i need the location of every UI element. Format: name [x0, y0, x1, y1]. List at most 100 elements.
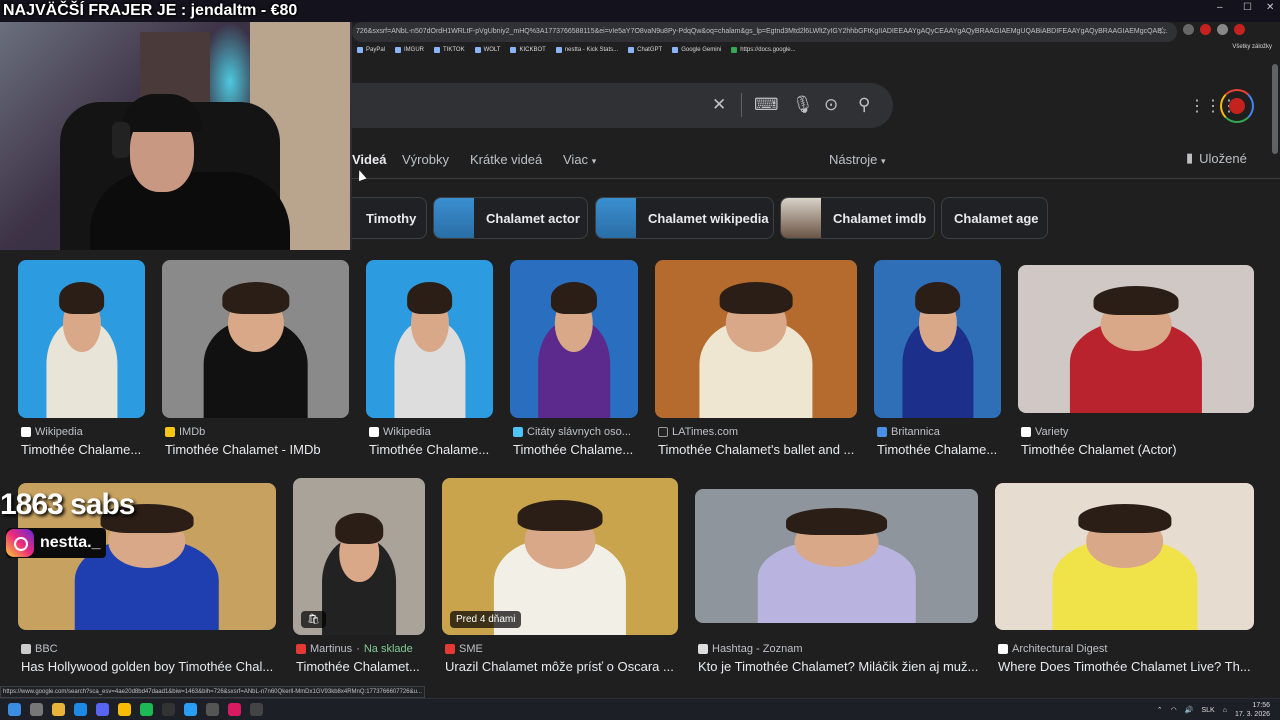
chevron-down-icon: ▾	[881, 156, 886, 166]
language-indicator[interactable]: SLK	[1202, 707, 1215, 714]
donation-banner: NAJVÄČŠÍ FRAJER JE : jendaltm - €80	[3, 2, 298, 19]
lens-camera-icon[interactable]: ⊙	[824, 95, 838, 115]
result-title[interactable]: Timothée Chalamet (Actor)	[1021, 442, 1257, 457]
app-icon[interactable]	[228, 703, 241, 716]
result-title[interactable]: Timothée Chalamet...	[296, 659, 428, 674]
result-image	[510, 260, 638, 418]
result-source: SME	[445, 643, 483, 655]
avatar[interactable]	[1220, 89, 1254, 123]
docs-icon	[731, 47, 738, 53]
spotify-icon[interactable]	[140, 703, 153, 716]
search-icon[interactable]: ⚲	[858, 95, 870, 115]
obs-icon[interactable]	[162, 703, 175, 716]
windows-start-icon[interactable]	[8, 703, 21, 716]
close-window-icon[interactable]: ✕	[1266, 2, 1274, 13]
chip-chalamet-actor[interactable]: Chalamet actor	[433, 197, 588, 239]
bookmark-label: https://docs.google...	[740, 47, 796, 53]
bookmark[interactable]: https://docs.google...	[731, 47, 796, 53]
result-source: LATimes.com	[658, 426, 738, 438]
settings-icon[interactable]	[206, 703, 219, 716]
result-source: Architectural Digest	[998, 643, 1107, 655]
chip-thumbnail	[781, 198, 821, 238]
imgur-icon	[395, 47, 402, 53]
source-label: Citáty slávnych oso...	[527, 426, 631, 438]
result-source: BBC	[21, 643, 58, 655]
bookmark[interactable]: PayPal	[357, 47, 385, 53]
chrome-icon[interactable]	[118, 703, 131, 716]
source-label: BBC	[35, 643, 58, 655]
extension-icons	[1183, 24, 1245, 35]
puzzle-icon[interactable]	[1217, 24, 1228, 35]
result-title[interactable]: Has Hollywood golden boy Timothée Chal..…	[21, 659, 279, 674]
chip-label: Chalamet actor	[486, 210, 580, 226]
chip-label: Timothy	[366, 210, 417, 226]
chip-label: Chalamet age	[954, 210, 1039, 226]
result-title[interactable]: Timothée Chalame...	[513, 442, 641, 457]
tab-more[interactable]: Viac ▾	[563, 152, 596, 167]
result-title[interactable]: Timothée Chalame...	[369, 442, 496, 457]
wifi-icon[interactable]: ◠	[1171, 706, 1177, 714]
address-bar[interactable]: 726&sxsrf=ANbL-n507dOrdH1WRLtF-pVgUbniy2…	[352, 22, 1177, 42]
keyboard-icon[interactable]: ⌨	[754, 95, 779, 115]
bookmark[interactable]: Google Gemini	[672, 47, 721, 53]
bookmark[interactable]: IMGUR	[395, 47, 424, 53]
bookmark[interactable]: TIKTOK	[434, 47, 465, 53]
file-explorer-icon[interactable]	[52, 703, 65, 716]
scrollbar[interactable]	[1272, 64, 1278, 154]
ad-icon	[998, 644, 1008, 654]
app-icon[interactable]	[250, 703, 263, 716]
paypal-icon	[357, 47, 363, 53]
result-title[interactable]: Timothée Chalame...	[877, 442, 1004, 457]
chip-chalamet-imdb[interactable]: Chalamet imdb	[780, 197, 935, 239]
britannica-icon	[877, 427, 887, 437]
chip-chalamet-wikipedia[interactable]: Chalamet wikipedia	[595, 197, 774, 239]
kickbot-icon	[510, 47, 517, 53]
result-title[interactable]: Kto je Timothée Chalamet? Miláčik žien a…	[698, 659, 981, 674]
result-title[interactable]: Where Does Timothée Chalamet Live? Th...	[998, 659, 1257, 674]
result-title[interactable]: Timothée Chalame...	[21, 442, 148, 457]
volume-icon[interactable]: 🔊	[1185, 706, 1194, 714]
bookmark-star-icon[interactable]: ☆	[1158, 22, 1167, 42]
result-title[interactable]: Timothée Chalamet - IMDb	[165, 442, 352, 457]
saved-button[interactable]: ▮ Uložené	[1186, 150, 1247, 166]
bookmark-label: TIKTOK	[443, 47, 465, 53]
tab-videos[interactable]: Videá	[352, 152, 386, 167]
result-source: Martinus · Na sklade	[296, 643, 413, 655]
wikipedia-icon	[21, 427, 31, 437]
bookmark[interactable]: ChatGPT	[628, 47, 662, 53]
bookmark-label: PayPal	[366, 47, 386, 53]
all-bookmarks[interactable]: Všetky záložky	[1232, 44, 1272, 50]
network-icon[interactable]: ⌂	[1223, 707, 1227, 714]
chip-chalamet-age[interactable]: Chalamet age	[941, 197, 1048, 239]
sub-counter: 1863 sabs	[0, 488, 135, 521]
extension-icon[interactable]	[1200, 24, 1211, 35]
clear-icon[interactable]: ✕	[712, 95, 726, 115]
bookmarks-bar: PayPal IMGUR TIKTOK WOLT KICKBOT nestta …	[352, 42, 1280, 58]
clock-time: 17:56	[1252, 702, 1270, 709]
result-title[interactable]: Urazil Chalamet môže prísť o Oscara ...	[445, 659, 681, 674]
minimize-icon[interactable]: –	[1217, 2, 1223, 13]
bookmark[interactable]: WOLT	[474, 47, 500, 53]
chip-timothy[interactable]: Timothy	[340, 197, 427, 239]
tab-short-videos[interactable]: Krátke videá	[470, 152, 542, 167]
extension-icon[interactable]	[1183, 24, 1194, 35]
telegram-icon[interactable]	[184, 703, 197, 716]
bookmark[interactable]: KICKBOT	[510, 47, 546, 53]
instagram-icon	[6, 529, 34, 557]
microphone-icon[interactable]: 🎙	[792, 95, 814, 115]
result-source: Wikipedia	[369, 426, 431, 438]
result-title[interactable]: Timothée Chalamet's ballet and ...	[658, 442, 860, 457]
app-icon[interactable]	[74, 703, 87, 716]
profile-icon[interactable]	[1234, 24, 1245, 35]
chip-label: Chalamet wikipedia	[648, 210, 769, 226]
tab-products[interactable]: Výrobky	[402, 152, 449, 167]
discord-icon[interactable]	[96, 703, 109, 716]
chatgpt-icon	[628, 47, 635, 53]
bookmark-label: KICKBOT	[519, 47, 546, 53]
search-icon[interactable]	[30, 703, 43, 716]
maximize-icon[interactable]: ☐	[1243, 2, 1252, 13]
chevron-up-icon[interactable]: ⌃	[1157, 706, 1163, 714]
tools-button[interactable]: Nástroje ▾	[829, 152, 886, 167]
clock[interactable]: 17:56 17. 3. 2026	[1235, 701, 1270, 719]
bookmark[interactable]: nestta - Kick Stats...	[555, 47, 618, 53]
